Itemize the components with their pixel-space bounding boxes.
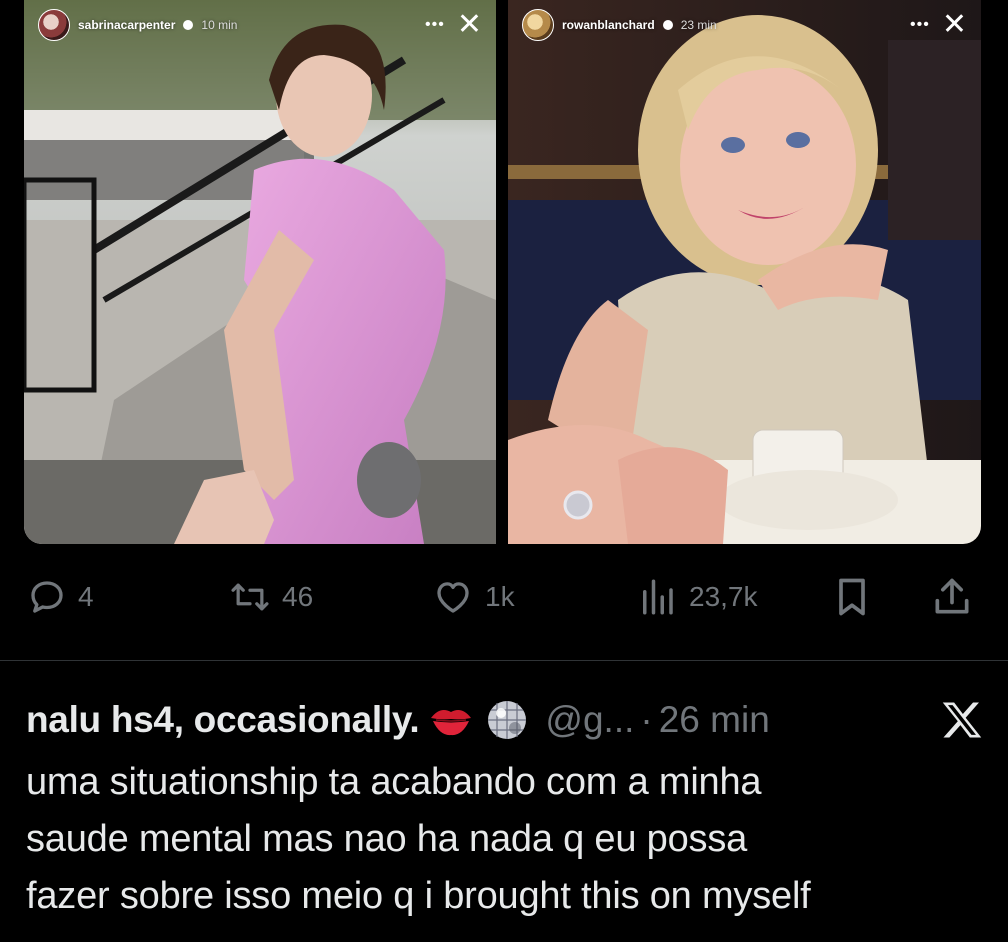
view-count: 23,7k bbox=[689, 581, 758, 612]
bookmark-button[interactable] bbox=[830, 575, 874, 619]
reply-button[interactable]: 4 bbox=[26, 576, 94, 618]
close-icon[interactable]: ✕ bbox=[457, 10, 482, 40]
reply-count: 4 bbox=[78, 581, 94, 612]
story-username[interactable]: rowanblanchard bbox=[562, 18, 655, 32]
share-button[interactable] bbox=[930, 575, 974, 619]
story-photo-right bbox=[508, 0, 981, 544]
tweet-header: nalu hs4, occasionally. @g... · 26 min bbox=[26, 690, 986, 750]
display-name[interactable]: nalu hs4, occasionally. bbox=[26, 699, 420, 741]
divider bbox=[0, 660, 1008, 661]
like-count: 1k bbox=[485, 581, 515, 612]
story-time: 23 min bbox=[680, 18, 717, 32]
verified-badge-icon bbox=[662, 20, 673, 30]
tweet-time[interactable]: 26 min bbox=[659, 699, 770, 741]
retweet-button[interactable]: 46 bbox=[228, 576, 313, 618]
x-logo-icon bbox=[938, 696, 986, 744]
share-icon bbox=[935, 578, 969, 614]
bookmark-icon bbox=[839, 578, 865, 616]
more-options-icon[interactable]: ••• bbox=[910, 17, 930, 33]
verified-badge-icon bbox=[183, 20, 194, 30]
disco-ball-emoji bbox=[483, 696, 531, 744]
heart-icon bbox=[437, 582, 469, 613]
quoted-tweet[interactable]: nalu hs4, occasionally. @g... · 26 min u… bbox=[26, 690, 986, 925]
close-icon[interactable]: ✕ bbox=[942, 10, 967, 40]
story-header-left: sabrinacarpenter 10 min ••• ✕ bbox=[38, 9, 482, 41]
story-header-right: rowanblanchard 23 min ••• ✕ bbox=[522, 9, 967, 41]
like-button[interactable]: 1k bbox=[431, 576, 515, 618]
engagement-bar: 4 46 1k 23,7k bbox=[26, 572, 976, 622]
avatar[interactable] bbox=[522, 9, 554, 41]
retweet-icon bbox=[231, 583, 269, 611]
kiss-mark-emoji bbox=[427, 696, 475, 744]
story-photo-left bbox=[24, 0, 496, 544]
reply-icon bbox=[31, 581, 63, 613]
story-image-right[interactable]: rowanblanchard 23 min ••• ✕ bbox=[508, 0, 981, 544]
media-grid: sabrinacarpenter 10 min ••• ✕ rowanblanc… bbox=[24, 0, 981, 544]
tweet-text: uma situationship ta acabando com a minh… bbox=[26, 761, 811, 917]
more-options-icon[interactable]: ••• bbox=[425, 17, 445, 33]
views-button[interactable]: 23,7k bbox=[635, 576, 758, 618]
avatar[interactable] bbox=[38, 9, 70, 41]
retweet-count: 46 bbox=[282, 581, 314, 612]
story-time: 10 min bbox=[201, 18, 238, 32]
separator: · bbox=[640, 699, 653, 740]
story-username[interactable]: sabrinacarpenter bbox=[78, 18, 175, 32]
story-image-left[interactable]: sabrinacarpenter 10 min ••• ✕ bbox=[24, 0, 496, 544]
views-icon bbox=[643, 579, 673, 615]
handle[interactable]: @g... bbox=[545, 699, 634, 741]
